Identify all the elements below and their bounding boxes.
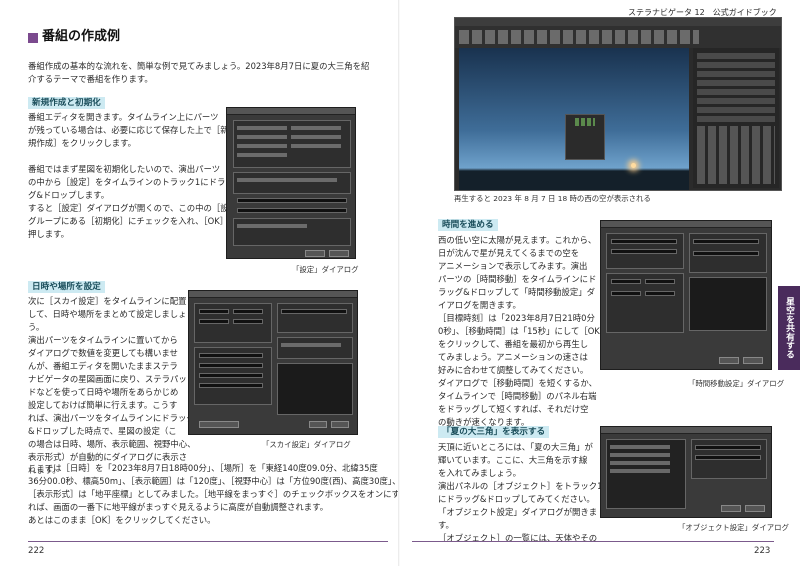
right-page: ステラナビゲータ 12 公式ガイドブック 再生すると 2023 年 8 月 7 …: [400, 0, 800, 566]
sub3-text-line-1: 西の低い空に太陽が見えます。これから、: [438, 235, 597, 245]
sub1-text-line-7: グ&ドロップします。: [28, 190, 110, 200]
bottom-text-line-3: ［表示形式］は「地平座標」としてみました。［地平線をまっすぐ］のチェックボックス…: [28, 489, 400, 499]
sub4-text-line-4: 演出パネルの［オブジェクト］をトラック1: [438, 481, 603, 491]
sub1-text-line-8: すると［設定］ダイアログが開くので、この中の［設定］: [28, 203, 246, 213]
sub3-text-line-3: アニメーションで表示してみます。演出: [438, 261, 588, 271]
sub2-text-line-2: して、日時や場所をまとめて設定しましょ: [28, 309, 187, 319]
sub3-text-line-12: ダイアログで［移動時間］を短くするか、: [438, 378, 597, 388]
bottom-text-line-1: ここでは［日時］を「2023年8月7日18時00分」、［場所］を「東経140度0…: [28, 463, 378, 473]
sub3-text-line-14: をドラッグして短くすれば、それだけ空: [438, 404, 589, 414]
sub1-text-line-6: の中から［設定］をタイムラインのトラック1にドラッ: [28, 177, 234, 187]
bottom-text-line-2: 36分00.0秒、標高50m」、［表示範囲］は「120度」、［視野中心］は「方位…: [28, 476, 401, 486]
subhead-advance-time: 時間を進める: [438, 219, 498, 231]
sub3-text-line-10: てみましょう。アニメーションの速さは: [438, 352, 588, 362]
sub4-text-line-3: を入れてみましょう。: [438, 468, 521, 478]
page-number-left: 222: [28, 546, 45, 556]
sub2-text-line-10: れば、演出パーツをタイムラインにドラッグ: [28, 413, 195, 423]
footer-rule-right: [412, 541, 774, 542]
intro-line-1: 番組作成の基本的な流れを、簡単な例で見てみましょう。2023年8月7日に夏の大三…: [28, 61, 370, 71]
sub3-text-line-8: 0秒」、［移動時間］は「15秒」にして［OK］: [438, 326, 609, 336]
sub4-text-line-6: 「オブジェクト設定」ダイアログが開きま: [438, 507, 598, 517]
left-page: 番組の作成例 番組作成の基本的な流れを、簡単な例で見てみましょう。2023年8月…: [0, 0, 400, 566]
intro-line-2: 介するテーマで番組を作ります。: [28, 74, 153, 84]
section-title: 番組の作成例: [42, 29, 121, 44]
sub1-text-line-10: 押します。: [28, 229, 70, 239]
sub3-text-line-9: をクリックして、番組を最初から再生し: [438, 339, 589, 349]
bottom-text-line-4: れば、画面の一番下に地平線がまっすぐ見えるように高度が自動調整されます。: [28, 502, 329, 512]
settings-dialog-screenshot: [226, 107, 356, 259]
bottom-text-line-5: あとはこのまま［OK］をクリックしてください。: [28, 515, 216, 525]
caption-settings-dialog: 「設定」ダイアログ: [292, 265, 359, 274]
sub2-text-line-1: 次に［スカイ設定］をタイムラインに配置: [28, 296, 187, 306]
sub4-text-line-7: す。: [438, 520, 454, 530]
sub2-text-line-5: ダイアログで数値を変更しても構いませ: [28, 348, 178, 358]
caption-object-dialog: 「オブジェクト設定」ダイアログ: [678, 523, 789, 532]
sub4-text-line-2: 輝いています。ここに、大三角を示す線: [438, 455, 588, 465]
sub3-text-line-4: パーツの［時間移動］をタイムラインにド: [438, 274, 597, 284]
sub2-text-line-4: 演出パーツをタイムラインに置いてから: [28, 335, 178, 345]
caption-time-move-dialog: 「時間移動設定」ダイアログ: [688, 379, 785, 388]
sub1-text-line-5: 番組ではまず星図を初期化したいので、演出パーツ: [28, 164, 221, 174]
sub2-text-line-7: ナビゲータの星図画面に戻り、ステラパッ: [28, 374, 187, 384]
sub3-text-line-2: 日が沈んで星が見えてくるまでの空を: [438, 248, 580, 258]
sub3-text-line-7: ［目標時刻］は「2023年8月7日21時0分: [438, 313, 595, 323]
sub4-text-line-1: 天頂に近いところには、「夏の大三角」が: [438, 442, 593, 452]
sub1-text-line-2: が残っている場合は、必要に応じて保存した上で［新: [28, 125, 229, 135]
sub2-text-line-3: う。: [28, 322, 45, 332]
section-title-marker: [28, 33, 38, 43]
sub2-text-line-6: んが、番組エディタを開いたままステラ: [28, 361, 178, 371]
subhead-summer-triangle: 「夏の大三角」を表示する: [438, 426, 550, 438]
sub3-text-line-6: イアログを開きます。: [438, 300, 521, 310]
program-editor-screenshot: [454, 17, 782, 191]
sub3-text-line-11: 好みに合わせて調整してみてください。: [438, 365, 589, 375]
page-number-right: 223: [754, 546, 771, 556]
sub2-text-line-9: 設定しておけば簡単に行えます。こうす: [28, 400, 178, 410]
time-move-dialog-screenshot: [600, 220, 772, 370]
sub3-text-line-13: タイムラインで［時間移動］のパネル右端: [438, 391, 597, 401]
caption-sky-dialog: 「スカイ設定」ダイアログ: [262, 440, 351, 449]
sub3-text-line-5: ラッグ&ドロップして「時間移動設定」ダ: [438, 287, 596, 297]
footer-rule: [28, 541, 388, 542]
sub4-text-line-8: ［オブジェクト］の一覧には、天体やその: [438, 533, 598, 543]
subhead-new-init: 新規作成と初期化: [28, 97, 105, 109]
sub4-text-line-5: にドラッグ&ドロップしてみてください。: [438, 494, 595, 504]
sub2-text-line-12: の場合は日時、場所、表示範囲、視野中心、: [28, 439, 196, 449]
sub1-text-line-3: 規作成］をクリックします。: [28, 138, 137, 148]
subhead-datetime-place: 日時や場所を設定: [28, 281, 105, 293]
sub2-text-line-11: &ドロップした時点で、星図の設定（こ: [28, 426, 177, 436]
chapter-side-tab: 星空を共有する: [778, 286, 800, 370]
caption-playback: 再生すると 2023 年 8 月 7 日 18 時の西の空が表示される: [454, 194, 651, 203]
sky-settings-dialog-screenshot: [188, 290, 358, 435]
sub1-text-line-1: 番組エディタを開きます。タイムライン上にパーツ: [28, 112, 219, 122]
object-settings-dialog-screenshot: [600, 426, 772, 518]
sub2-text-line-8: ドなどを使って日時や場所をあらかじめ: [28, 387, 179, 397]
sub1-text-line-9: グループにある［初期化］にチェックを入れ、［OK］を: [28, 216, 237, 226]
